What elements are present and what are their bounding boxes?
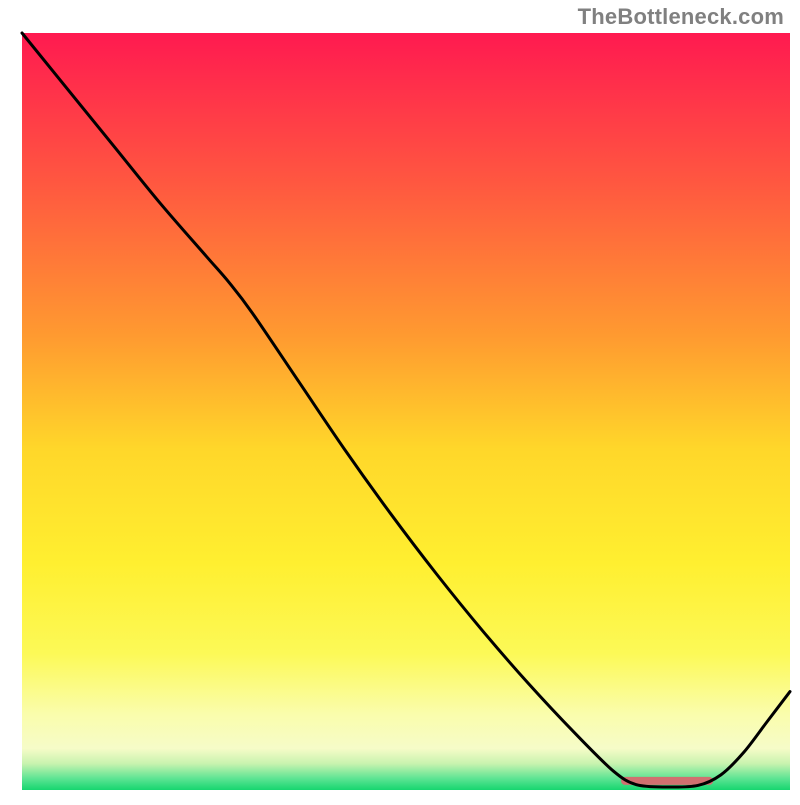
gradient-background <box>22 33 790 790</box>
bottleneck-chart <box>0 0 800 800</box>
watermark-text: TheBottleneck.com <box>578 4 784 30</box>
chart-svg <box>0 0 800 800</box>
